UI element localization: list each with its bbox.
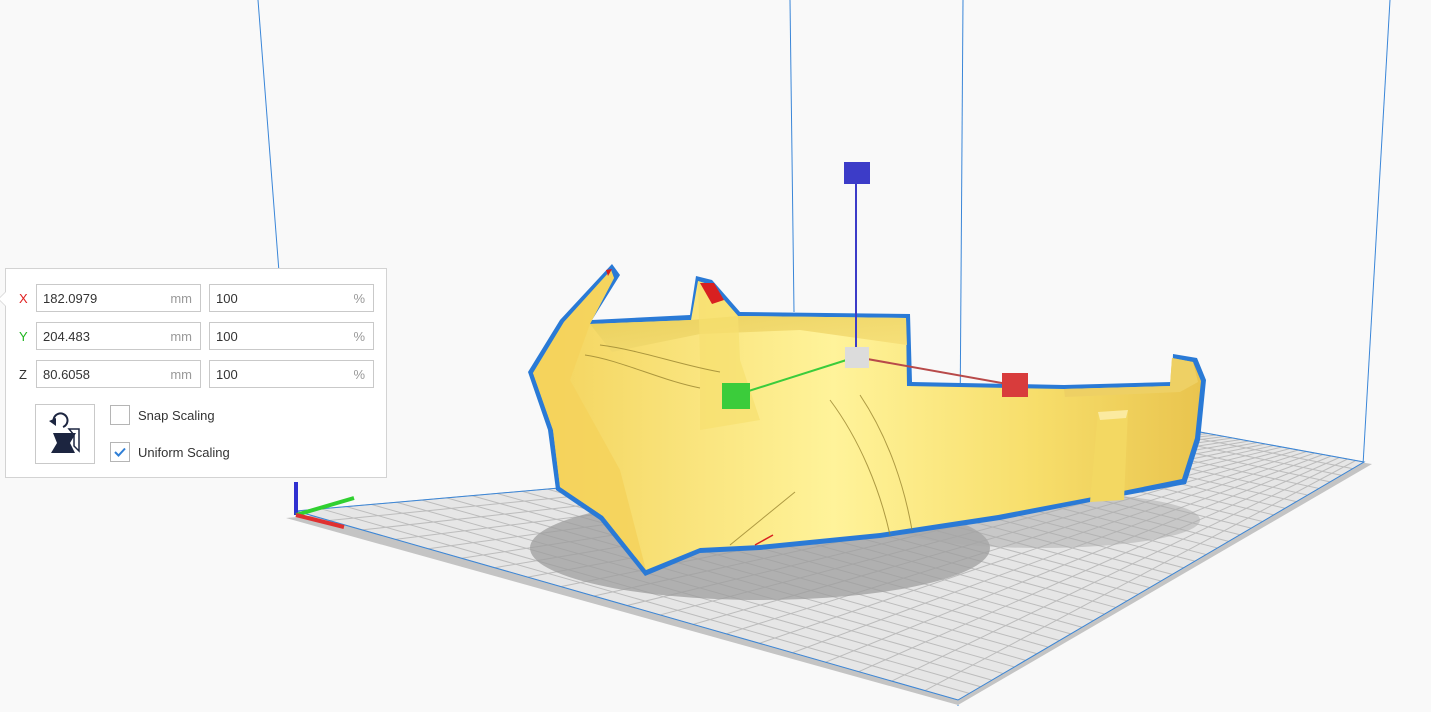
x-mm-input[interactable]: 182.0979 mm: [36, 284, 201, 312]
x-percent-unit: %: [353, 291, 365, 306]
uniform-scaling-label: Uniform Scaling: [138, 445, 230, 460]
reset-scale-icon: [49, 412, 80, 453]
y-axis-label: Y: [19, 329, 28, 344]
z-percent-input[interactable]: 100 %: [209, 360, 374, 388]
uniform-scaling-checkbox[interactable]: [110, 442, 130, 462]
checkmark-icon: [114, 447, 126, 457]
z-mm-input[interactable]: 80.6058 mm: [36, 360, 201, 388]
x-mm-unit: mm: [170, 291, 192, 306]
x-scale-row: X 182.0979 mm 100 %: [6, 284, 388, 314]
y-percent-unit: %: [353, 329, 365, 344]
z-mm-value: 80.6058: [43, 367, 90, 382]
y-percent-value: 100: [216, 329, 238, 344]
y-scale-row: Y 204.483 mm 100 %: [6, 322, 388, 352]
x-percent-input[interactable]: 100 %: [209, 284, 374, 312]
z-percent-unit: %: [353, 367, 365, 382]
z-scale-row: Z 80.6058 mm 100 %: [6, 360, 388, 390]
snap-scaling-checkbox[interactable]: [110, 405, 130, 425]
scale-tool-panel: X 182.0979 mm 100 % Y 204.483 mm 100 % Z…: [0, 268, 388, 478]
z-scale-handle[interactable]: [844, 162, 870, 184]
reset-scale-button[interactable]: [35, 404, 95, 464]
z-mm-unit: mm: [170, 367, 192, 382]
y-percent-input[interactable]: 100 %: [209, 322, 374, 350]
snap-scaling-label: Snap Scaling: [138, 408, 215, 423]
z-axis-label: Z: [19, 367, 27, 382]
z-percent-value: 100: [216, 367, 238, 382]
y-scale-handle[interactable]: [722, 383, 750, 409]
x-mm-value: 182.0979: [43, 291, 98, 306]
y-mm-value: 204.483: [43, 329, 90, 344]
y-mm-input[interactable]: 204.483 mm: [36, 322, 201, 350]
x-scale-handle[interactable]: [1002, 373, 1028, 397]
x-percent-value: 100: [216, 291, 238, 306]
center-scale-handle[interactable]: [845, 347, 869, 368]
y-mm-unit: mm: [170, 329, 192, 344]
x-axis-label: X: [19, 291, 28, 306]
